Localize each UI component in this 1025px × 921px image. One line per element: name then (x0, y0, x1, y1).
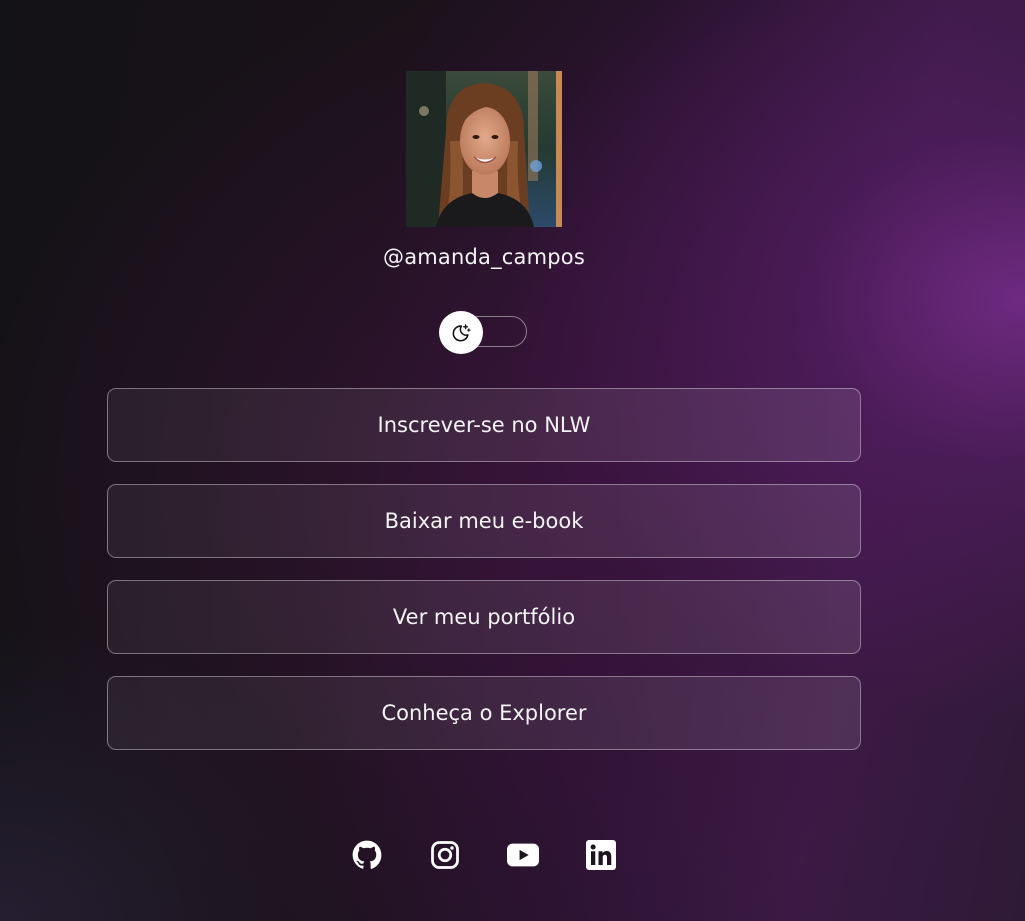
link-ebook-button[interactable]: Baixar meu e-book (107, 484, 861, 558)
social-links (0, 838, 968, 872)
github-link[interactable] (351, 838, 383, 872)
avatar (406, 71, 562, 227)
link-portfolio-button[interactable]: Ver meu portfólio (107, 580, 861, 654)
linkedin-icon (586, 840, 616, 870)
instagram-link[interactable] (429, 838, 461, 872)
linkedin-link[interactable] (585, 838, 617, 872)
youtube-link[interactable] (507, 838, 539, 872)
github-icon (352, 840, 382, 869)
username: @amanda_campos (383, 245, 585, 269)
profile-page: @amanda_campos Inscrever-se no NLW Baixa… (0, 0, 968, 921)
avatar-photo (406, 71, 562, 227)
link-explorer-button[interactable]: Conheça o Explorer (107, 676, 861, 750)
link-nlw-button[interactable]: Inscrever-se no NLW (107, 388, 861, 462)
moon-stars-icon (452, 323, 471, 342)
theme-toggle[interactable] (439, 311, 529, 354)
instagram-icon (431, 841, 459, 869)
links-list: Inscrever-se no NLW Baixar meu e-book Ve… (107, 388, 861, 772)
theme-toggle-knob[interactable] (439, 311, 483, 354)
youtube-icon (507, 843, 539, 867)
